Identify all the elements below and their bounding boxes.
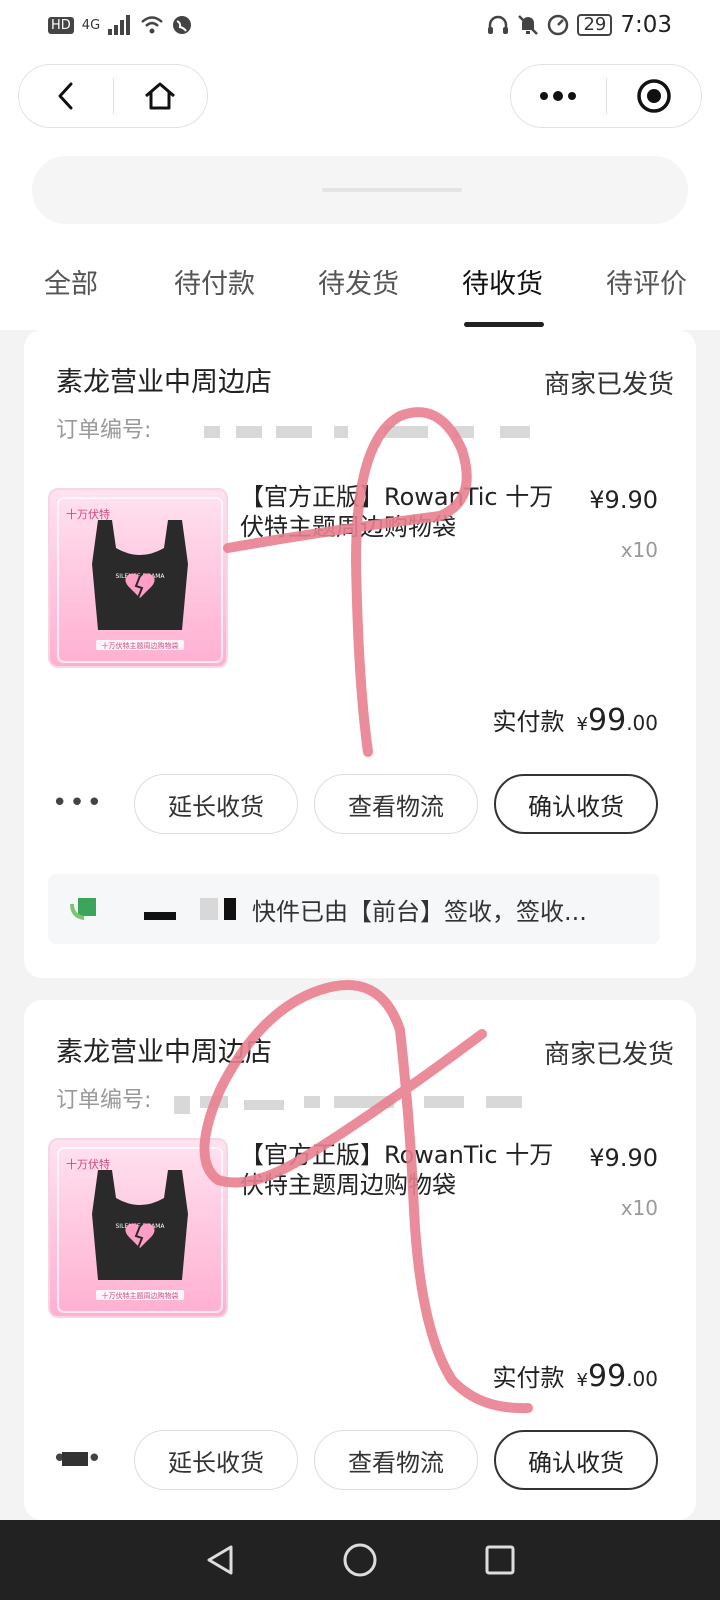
nav-recent-button[interactable] — [470, 1530, 530, 1590]
view-logistics-button[interactable]: 查看物流 — [314, 1430, 478, 1490]
mute-bell-icon — [518, 15, 539, 35]
logistics-text: 快件已由【前台】签收，签收... — [252, 897, 587, 926]
brand-text: 十万伏特 — [66, 1157, 110, 1171]
shopping-bag-image: 十万伏特 SILENCE DRAMA 十万伏特主题周边购物袋 — [57, 1147, 223, 1313]
nav-home-button[interactable] — [330, 1530, 390, 1590]
confirm-receipt-button[interactable]: 确认收货 — [494, 1430, 658, 1490]
extend-receipt-button[interactable]: 延长收货 — [134, 1430, 298, 1490]
paid-label: 实付款 — [492, 1364, 565, 1392]
order-number-label: 订单编号: — [56, 1088, 152, 1113]
svg-text:十万伏特主题周边购物袋: 十万伏特主题周边购物袋 — [102, 1291, 179, 1300]
paid-amount: 实付款 ¥99.00 — [492, 703, 658, 738]
order-number-label: 订单编号: — [56, 418, 152, 443]
order-status: 商家已发货 — [543, 1040, 674, 1070]
more-button[interactable] — [511, 65, 606, 127]
product-name[interactable]: 【官方正版】RowanTic 十万伏特主题周边购物袋 — [240, 1140, 570, 1200]
view-logistics-button[interactable]: 查看物流 — [314, 774, 478, 834]
product-thumbnail[interactable]: 十万伏特 SILENCE DRAMA 十万伏特主题周边购物袋 — [48, 1138, 228, 1318]
tab-pending-payment[interactable]: 待付款 — [174, 262, 255, 301]
tab-all[interactable]: 全部 — [44, 262, 98, 301]
more-actions-button[interactable]: ••• — [52, 788, 104, 818]
home-button[interactable] — [114, 65, 208, 127]
signal-icon — [108, 15, 131, 35]
status-time: 7:03 — [620, 12, 672, 38]
paid-label: 实付款 — [492, 708, 565, 736]
search-bar[interactable] — [32, 156, 688, 224]
product-quantity: x10 — [620, 1196, 658, 1220]
top-header: HD 4G 29 7:03 全部 待付款 待发货 待收货 待评价 — [0, 0, 720, 330]
nav-capsule-right — [510, 64, 702, 128]
tab-pending-receipt[interactable]: 待收货 — [462, 262, 543, 301]
speed-icon — [548, 14, 569, 36]
nav-back-button[interactable] — [190, 1530, 250, 1590]
globe-icon — [173, 16, 192, 34]
product-quantity: x10 — [620, 538, 658, 562]
confirm-receipt-button[interactable]: 确认收货 — [494, 774, 658, 834]
logistics-info[interactable]: 快件已由【前台】签收，签收... — [48, 874, 660, 944]
store-name[interactable]: 素龙营业中周边店 — [56, 360, 272, 399]
target-icon — [637, 79, 671, 113]
store-name[interactable]: 素龙营业中周边店 — [56, 1030, 272, 1069]
product-price: ¥9.90 — [589, 486, 658, 514]
order-status: 商家已发货 — [543, 370, 674, 400]
system-nav-bar — [0, 1520, 720, 1600]
extend-receipt-button[interactable]: 延长收货 — [134, 774, 298, 834]
product-price: ¥9.90 — [589, 1144, 658, 1172]
network-indicator: 4G — [81, 17, 101, 33]
order-card: 素龙营业中周边店 商家已发货 订单编号: 十万伏特 SILENCE DRAMA … — [24, 330, 696, 978]
tab-pending-review[interactable]: 待评价 — [606, 262, 687, 301]
close-miniapp-button[interactable] — [607, 65, 702, 127]
battery-level: 29 — [577, 14, 613, 36]
active-tab-indicator — [464, 322, 544, 327]
courier-logo-icon — [70, 898, 96, 920]
headphones-icon — [488, 15, 509, 34]
nav-capsule-left — [18, 64, 208, 128]
nav-back-icon — [207, 1545, 233, 1575]
product-name[interactable]: 【官方正版】RowanTic 十万伏特主题周边购物袋 — [240, 482, 570, 542]
tab-pending-shipment[interactable]: 待发货 — [318, 262, 399, 301]
wifi-icon — [141, 16, 163, 34]
paid-amount: 实付款 ¥99.00 — [492, 1359, 658, 1394]
back-icon — [58, 82, 73, 110]
status-bar: HD 4G 29 7:03 — [0, 0, 720, 50]
svg-text:十万伏特主题周边购物袋: 十万伏特主题周边购物袋 — [102, 641, 179, 650]
hd-indicator: HD — [48, 16, 74, 34]
nav-recent-icon — [485, 1545, 515, 1575]
brand-text: 十万伏特 — [66, 507, 110, 521]
product-thumbnail[interactable]: 十万伏特 SILENCE DRAMA 十万伏特主题周边购物袋 — [48, 488, 228, 668]
nav-home-icon — [343, 1543, 377, 1577]
more-dots-icon — [540, 91, 577, 101]
order-card: 素龙营业中周边店 商家已发货 订单编号: 十万伏特 SILENCE DRAMA … — [24, 1000, 696, 1520]
back-button[interactable] — [19, 65, 113, 127]
order-tabs: 全部 待付款 待发货 待收货 待评价 — [0, 250, 720, 330]
shopping-bag-image: 十万伏特 SILENCE DRAMA 十万伏特主题周边购物袋 — [57, 497, 223, 663]
home-icon — [145, 82, 176, 110]
